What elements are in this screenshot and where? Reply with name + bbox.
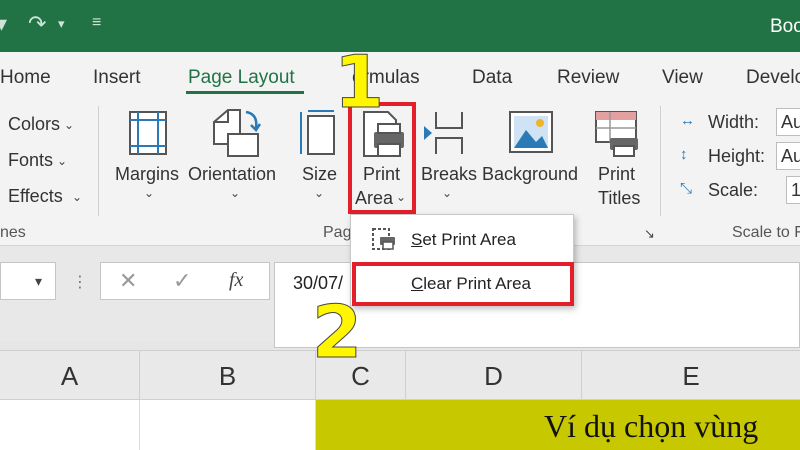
chevron-down-icon: ⌄ — [230, 186, 241, 200]
chevron-down-icon: ⌄ — [64, 118, 75, 132]
scale-icon: ⤡ — [680, 180, 693, 197]
print-titles-icon — [595, 111, 638, 157]
title-bar: ▾ ↷ ▾ ≡ Boo — [0, 0, 800, 52]
tab-insert[interactable]: Insert — [93, 67, 141, 89]
effects-label: Effects — [8, 186, 63, 206]
height-value: Au — [781, 146, 800, 166]
tab-review[interactable]: Review — [557, 67, 619, 89]
margins-label: Margins — [115, 164, 180, 184]
tab-view[interactable]: View — [662, 67, 703, 89]
group-divider — [660, 106, 661, 216]
formula-bar-grip-icon: ⋮ — [72, 274, 88, 291]
height-icon: ↕ — [680, 146, 688, 163]
name-box[interactable]: ▾ — [0, 262, 56, 300]
size-icon — [300, 110, 335, 155]
set-print-area-label: Set Print Area — [411, 230, 516, 249]
themes-group-label: nes — [0, 224, 26, 241]
clear-print-area-highlight — [352, 262, 574, 306]
tab-home[interactable]: Home — [0, 67, 51, 89]
set-print-area-icon — [372, 228, 395, 250]
page-setup-launcher-icon[interactable]: ↘ — [644, 226, 655, 242]
cell-b1[interactable] — [140, 400, 316, 450]
width-icon: ↔ — [680, 112, 695, 129]
print-titles-label-line1: Print — [598, 164, 636, 184]
chevron-down-icon: ⌄ — [314, 186, 325, 200]
column-headers: A B C D E — [0, 350, 800, 401]
print-titles-label-line2: Titles — [598, 188, 641, 208]
chevron-down-icon: ⌄ — [144, 186, 155, 200]
scale-to-fit-group-label: Scale to F — [732, 224, 800, 241]
tab-page-layout[interactable]: Page Layout — [188, 67, 295, 89]
width-dropdown[interactable]: Au — [776, 108, 800, 136]
cancel-icon[interactable]: ✕ — [119, 268, 137, 294]
size-label: Size — [302, 164, 338, 184]
scale-spinner[interactable]: 1 — [786, 176, 800, 204]
width-label: Width: — [708, 112, 760, 132]
chevron-down-icon: ⌄ — [57, 154, 68, 168]
formula-buttons: ✕ ✓ fx — [100, 262, 270, 300]
width-value: Au — [781, 112, 800, 132]
scale-value: 1 — [791, 180, 800, 200]
chevron-down-icon: ▾ — [35, 273, 43, 289]
chevron-down-icon: ⌄ — [72, 190, 83, 204]
set-print-area-item[interactable]: Set Print Area — [351, 219, 573, 259]
colors-label: Colors — [8, 114, 61, 134]
column-header-e[interactable]: E — [582, 351, 800, 401]
ribbon-tabs: Home Insert Page Layout ormulas Data Rev… — [0, 52, 800, 98]
enter-icon[interactable]: ✓ — [173, 268, 191, 294]
background-icon — [509, 111, 553, 153]
column-header-a[interactable]: A — [0, 351, 140, 401]
tab-data[interactable]: Data — [472, 67, 512, 89]
cell-text: Ví dụ chọn vùng — [544, 408, 759, 444]
excel-window: ▾ ↷ ▾ ≡ Boo Home Insert Page Layout ormu… — [0, 0, 800, 450]
page-setup-group-label: Pag — [323, 224, 352, 241]
customize-toolbar-icon[interactable]: ≡ — [92, 15, 101, 31]
window-title: Boo — [770, 16, 800, 37]
column-header-d[interactable]: D — [406, 351, 582, 401]
breaks-icon — [424, 112, 463, 154]
redo-dropdown-icon[interactable]: ▾ — [58, 17, 65, 30]
column-header-b[interactable]: B — [140, 351, 316, 401]
fonts-label: Fonts — [8, 150, 54, 170]
active-tab-indicator — [186, 91, 304, 94]
tab-developer[interactable]: Develo — [746, 67, 800, 89]
orientation-label: Orientation — [188, 164, 277, 184]
group-divider — [98, 106, 99, 216]
background-label: Background — [482, 164, 579, 184]
cell-a1[interactable] — [0, 400, 140, 450]
chevron-down-icon: ⌄ — [442, 186, 453, 200]
quick-access-icon[interactable]: ▾ — [0, 13, 7, 35]
redo-icon[interactable]: ↷ — [28, 13, 46, 35]
insert-function-icon[interactable]: fx — [229, 269, 243, 292]
step-1-marker: 1 — [333, 40, 385, 124]
margins-icon — [129, 111, 167, 155]
scale-label: Scale: — [708, 180, 759, 200]
height-label: Height: — [708, 146, 766, 166]
step-2-marker: 2 — [311, 290, 363, 374]
height-dropdown[interactable]: Au — [776, 142, 800, 170]
breaks-label: Breaks — [421, 164, 478, 184]
orientation-icon — [213, 109, 262, 157]
